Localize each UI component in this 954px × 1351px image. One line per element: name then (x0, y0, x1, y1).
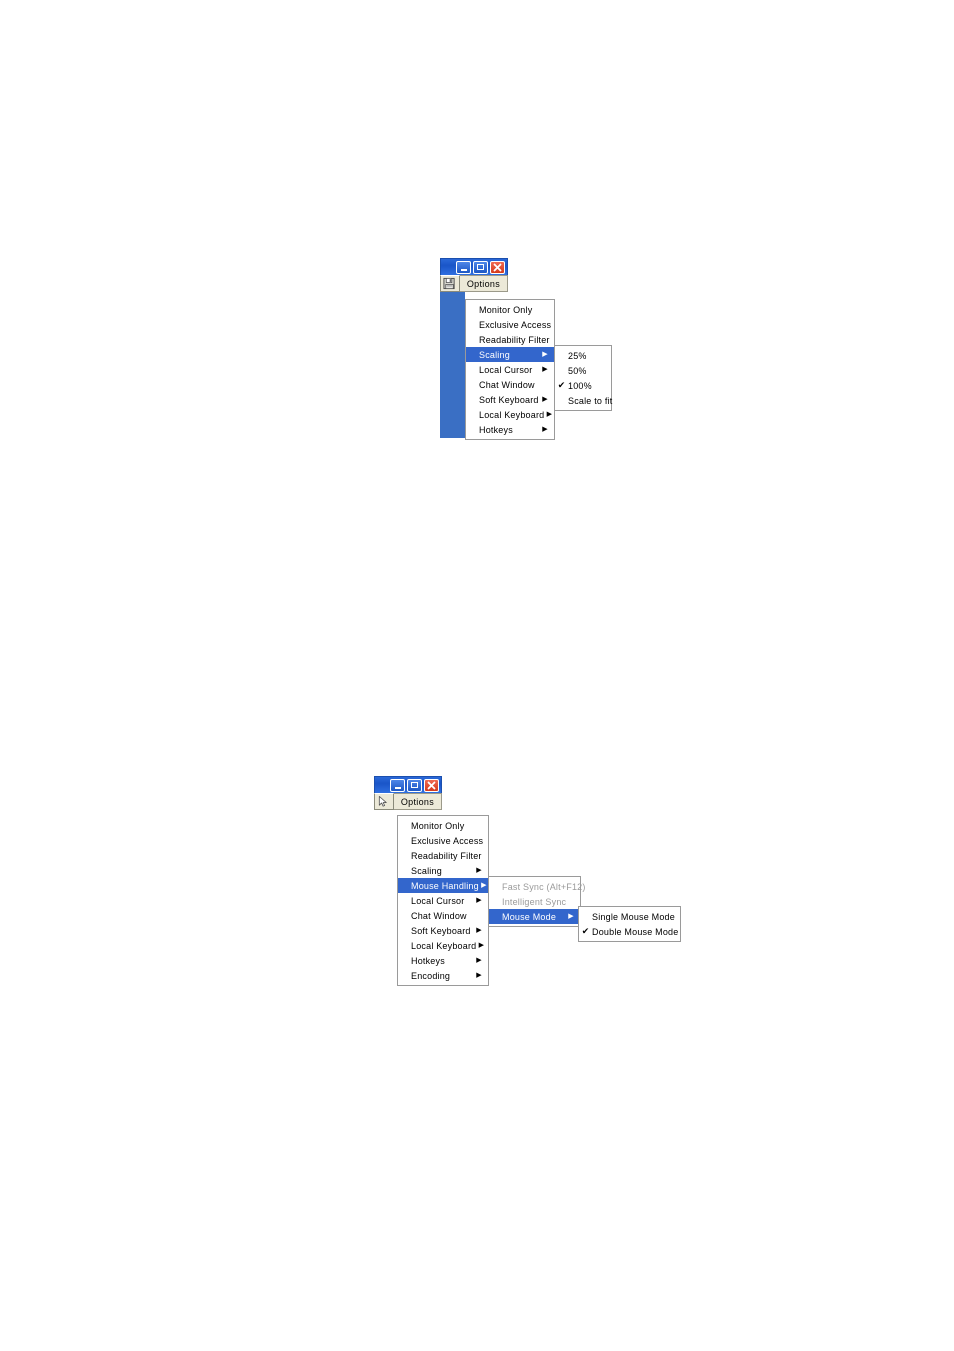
minimize-button[interactable] (456, 260, 471, 274)
menu-item-scaling[interactable]: Scaling ▶ (466, 347, 554, 362)
menu-item-label: Soft Keyboard (411, 925, 471, 936)
menu-item-label: Fast Sync (Alt+F12) (502, 881, 586, 892)
submenu-arrow-icon: ▶ (476, 927, 482, 934)
menu-item-mouse-handling[interactable]: Mouse Handling ▶ (398, 878, 488, 893)
menu-item-label: Intelligent Sync (502, 896, 567, 907)
mouse-handling-submenu[interactable]: Fast Sync (Alt+F12) Intelligent Sync Mouse… (488, 876, 585, 927)
menu-item-soft-keyboard[interactable]: Soft Keyboard ▶ (466, 392, 554, 407)
scaling-option-25[interactable]: 25% (555, 348, 611, 363)
menu-item-label: Exclusive Access (411, 835, 484, 846)
mouse-cursor-icon[interactable] (374, 793, 394, 810)
submenu-arrow-icon: ▶ (542, 426, 548, 433)
menu-item-label: Hotkeys (479, 424, 513, 435)
menu-item-label: Readability Filter (411, 850, 482, 861)
scaling-option-50[interactable]: 50% (555, 363, 611, 378)
mouse-handling-option-mouse-mode[interactable]: Mouse Mode ▶ (489, 909, 580, 924)
submenu-arrow-icon: ▶ (476, 897, 482, 904)
floppy-disk-icon[interactable] (440, 275, 460, 292)
submenu-arrow-icon: ▶ (476, 867, 482, 874)
submenu-arrow-icon: ▶ (542, 351, 548, 358)
submenu-arrow-icon: ▶ (546, 411, 553, 418)
menu-item-label: Scaling (411, 865, 442, 876)
window-toolbar-2: Options (374, 793, 442, 810)
window-titlebar-1 (440, 258, 508, 275)
maximize-button[interactable] (407, 778, 422, 792)
menu-item-hotkeys[interactable]: Hotkeys ▶ (398, 953, 488, 968)
close-icon[interactable] (424, 778, 439, 792)
minimize-button[interactable] (390, 778, 405, 792)
menu-item-local-cursor[interactable]: Local Cursor ▶ (466, 362, 554, 377)
window-titlebar-2 (374, 776, 442, 793)
menu-item-label: Encoding (411, 970, 451, 981)
close-icon[interactable] (490, 260, 505, 274)
menu-item-label: Local Keyboard (411, 940, 477, 951)
menu-item-scaling[interactable]: Scaling ▶ (398, 863, 488, 878)
menu-item-label: Chat Window (479, 379, 535, 390)
options-dropdown-menu-2[interactable]: Monitor Only Exclusive Access Readability … (397, 815, 489, 986)
menu-item-monitor-only[interactable]: Monitor Only (398, 818, 488, 833)
menu-item-label: Readability Filter (479, 334, 550, 345)
menu-item-local-cursor[interactable]: Local Cursor ▶ (398, 893, 488, 908)
mouse-handling-option-intelligent-sync[interactable]: Intelligent Sync (489, 894, 580, 909)
submenu-arrow-icon: ▶ (476, 972, 482, 979)
mouse-handling-option-fast-sync-alt-f12[interactable]: Fast Sync (Alt+F12) (489, 879, 585, 894)
menu-item-local-keyboard[interactable]: Local Keyboard ▶ (466, 407, 554, 422)
menu-item-local-keyboard[interactable]: Local Keyboard ▶ (398, 938, 488, 953)
kvm-window-2: Options (374, 776, 442, 810)
submenu-arrow-icon: ▶ (568, 913, 574, 920)
checkmark-icon: ✔ (557, 380, 566, 390)
menu-item-label: Double Mouse Mode (592, 926, 679, 937)
menu-item-soft-keyboard[interactable]: Soft Keyboard ▶ (398, 923, 488, 938)
mouse-mode-submenu[interactable]: Single Mouse Mode ✔ Double Mouse Mode (578, 906, 681, 942)
window-body-strip-1 (440, 292, 465, 438)
scaling-submenu[interactable]: 25% 50% ✔ 100% Scale to fit (554, 345, 612, 411)
menu-item-label: Mouse Mode (502, 911, 557, 922)
menu-item-label: 100% (568, 380, 592, 391)
options-dropdown-menu-1[interactable]: Monitor Only Exclusive Access Readability … (465, 299, 555, 440)
menu-item-readability-filter[interactable]: Readability Filter (398, 848, 488, 863)
menu-item-label: Local Cursor (411, 895, 465, 906)
window-toolbar-1: Options (440, 275, 508, 292)
menu-item-label: 50% (568, 365, 587, 376)
submenu-arrow-icon: ▶ (542, 366, 548, 373)
menu-item-readability-filter[interactable]: Readability Filter (466, 332, 554, 347)
menu-item-label: Hotkeys (411, 955, 445, 966)
scaling-option-scale-to-fit[interactable]: Scale to fit (555, 393, 613, 408)
menu-item-label: Scale to fit (568, 395, 613, 406)
menu-item-monitor-only[interactable]: Monitor Only (466, 302, 554, 317)
scaling-option-100[interactable]: ✔ 100% (555, 378, 611, 393)
mouse-mode-option-single-mouse-mode[interactable]: Single Mouse Mode (579, 909, 680, 924)
options-menu-button[interactable]: Options (459, 275, 508, 292)
submenu-arrow-icon: ▶ (476, 957, 482, 964)
menu-item-label: Scaling (479, 349, 510, 360)
kvm-window-1: Options (440, 258, 508, 292)
submenu-arrow-icon: ▶ (478, 942, 485, 949)
menu-item-label: Local Cursor (479, 364, 533, 375)
menu-item-encoding[interactable]: Encoding ▶ (398, 968, 488, 983)
maximize-button[interactable] (473, 260, 488, 274)
menu-item-label: Soft Keyboard (479, 394, 539, 405)
menu-item-label: 25% (568, 350, 587, 361)
menu-item-chat-window[interactable]: Chat Window (466, 377, 554, 392)
menu-item-label: Single Mouse Mode (592, 911, 675, 922)
menu-item-label: Exclusive Access (479, 319, 552, 330)
checkmark-icon: ✔ (581, 926, 590, 936)
submenu-arrow-icon: ▶ (542, 396, 548, 403)
menu-item-label: Chat Window (411, 910, 467, 921)
menu-item-hotkeys[interactable]: Hotkeys ▶ (466, 422, 554, 437)
menu-item-exclusive-access[interactable]: Exclusive Access (466, 317, 554, 332)
menu-item-label: Monitor Only (411, 820, 465, 831)
menu-item-exclusive-access[interactable]: Exclusive Access (398, 833, 488, 848)
menu-item-label: Monitor Only (479, 304, 533, 315)
mouse-mode-option-double-mouse-mode[interactable]: ✔ Double Mouse Mode (579, 924, 680, 939)
menu-item-label: Mouse Handling (411, 880, 479, 891)
menu-item-chat-window[interactable]: Chat Window (398, 908, 488, 923)
options-menu-button[interactable]: Options (393, 793, 442, 810)
menu-item-label: Local Keyboard (479, 409, 545, 420)
